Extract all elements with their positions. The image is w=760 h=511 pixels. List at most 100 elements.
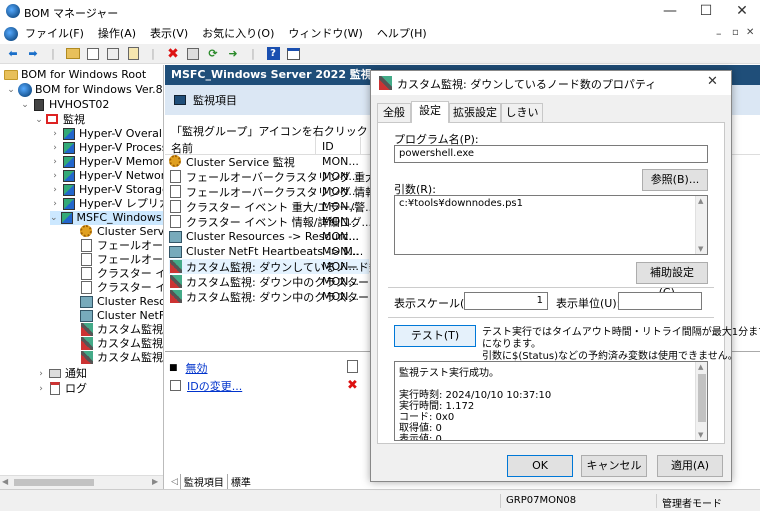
menu-window[interactable]: ウィンドウ(W) [281,24,369,44]
tree-item[interactable]: Cluster NetFt H [80,309,163,323]
disable-link[interactable]: 無効 [186,360,208,376]
apply-button[interactable]: 適用(A) [657,455,723,477]
tree-item[interactable]: Cluster Resourc [80,295,163,309]
export-icon[interactable]: ➜ [224,45,242,63]
scroll-right-icon[interactable]: ▶ [152,477,158,486]
tree-group[interactable]: ›Hyper-V Overall he [50,127,163,141]
tree-item[interactable]: クラスター イベント [80,281,163,295]
tree-group[interactable]: › Hyper-V Storage [50,183,163,197]
table-row[interactable]: Cluster NetFt Heartbeats -> M... MON... [169,244,363,259]
tree-item[interactable]: カスタム監視: ダ [80,351,163,365]
tree-version-node[interactable]: ⌄ BOM for Windows Ver.8.0 (ロー [6,83,163,97]
table-row[interactable]: フェールオーバークラスタリング 情報... MON... [169,184,387,199]
table-row[interactable]: Cluster Service 監視 MON... [169,154,359,169]
minimize-button[interactable]: — [652,0,688,24]
expand-chevron-icon[interactable]: › [50,127,60,141]
ok-button[interactable]: OK [507,455,573,477]
tree-group[interactable]: ›Hyper-V Processo [50,141,163,155]
back-icon[interactable]: ⬅ [4,45,22,63]
tree-monitor[interactable]: ⌄ 監視 [34,113,85,127]
copy-icon[interactable] [104,45,122,63]
maximize-button[interactable]: ☐ [688,0,724,24]
menu-file[interactable]: ファイル(F) [18,24,91,44]
tree-group[interactable]: ›Hyper-V Networkin [50,169,163,183]
aux-settings-button[interactable]: 補助設定(C)... [636,262,708,299]
scroll-thumb[interactable] [14,479,94,486]
tree-group-selected[interactable]: ⌄MSFC_Windows Se [50,211,163,225]
app-menu-icon[interactable] [4,27,18,41]
tree-host[interactable]: ⌄ HVHOST02 [20,98,109,112]
expand-chevron-icon[interactable]: › [50,183,60,197]
program-input[interactable]: powershell.exe [394,145,708,163]
expand-chevron-icon[interactable]: › [36,367,46,381]
tab-standard[interactable]: 標準 [227,474,254,490]
test-button[interactable]: テスト(T) [394,325,476,347]
change-id-task[interactable]: IDの変更... [169,378,242,394]
column-divider[interactable] [315,137,316,155]
expand-chevron-icon[interactable]: › [50,141,60,155]
mdi-restore-button[interactable]: ▫ [732,27,739,38]
tree-item[interactable]: Cluster Service [80,225,163,239]
menu-help[interactable]: ヘルプ(H) [370,24,434,44]
scroll-up-icon[interactable]: ▲ [698,197,703,205]
expand-chevron-icon[interactable]: › [50,197,60,211]
scroll-up-icon[interactable]: ▲ [698,363,703,371]
table-row[interactable]: クラスター イベント 重大/エラー/警... MON... [169,199,376,214]
properties-icon[interactable] [184,45,202,63]
scale-input[interactable]: 1 [464,292,548,310]
column-divider[interactable] [360,137,361,155]
scroll-down-icon[interactable]: ▼ [698,245,703,253]
tree-root[interactable]: BOM for Windows Root [4,68,146,82]
menu-favorites[interactable]: お気に入り(O) [195,24,281,44]
expand-chevron-icon[interactable]: › [36,382,46,396]
refresh-icon[interactable]: ⟳ [204,45,222,63]
dialog-close-button[interactable]: ✕ [707,74,718,89]
table-row[interactable]: フェールオーバークラスタリング 重大... MON... [169,169,387,184]
tree-item[interactable]: カスタム監視: ダウ [80,323,163,337]
menu-action[interactable]: 操作(A) [91,24,143,44]
tab-general[interactable]: 全般 [377,103,411,122]
tab-left-arrow-icon[interactable]: ◁ [171,477,178,487]
tab-monitor-items[interactable]: 監視項目 [179,474,228,490]
collapse-chevron-icon[interactable]: ⌄ [50,211,58,225]
scroll-down-icon[interactable]: ▼ [698,431,703,439]
tree-notify[interactable]: › 通知 [36,367,87,381]
tab-threshold[interactable]: しきい値 [501,103,543,136]
table-row[interactable]: クラスター イベント 情報/詳細ログ... MON... [169,214,372,229]
result-scrollbar[interactable]: ▲ ▼ [695,362,707,440]
column-id[interactable]: ID [322,140,334,153]
table-row[interactable]: Cluster Resources -> Resourc... MON... [169,229,359,244]
collapse-chevron-icon[interactable]: ⌄ [20,98,30,112]
tree-icon[interactable] [84,45,102,63]
close-button[interactable]: ✕ [724,0,760,24]
tree-item[interactable]: クラスター イベント [80,267,163,281]
delete-icon[interactable]: ✖ [164,45,182,63]
scroll-thumb[interactable] [698,374,706,422]
paste-icon[interactable] [124,45,142,63]
tab-settings[interactable]: 設定 [411,101,449,123]
change-id-link[interactable]: IDの変更... [187,378,242,394]
tree-group[interactable]: ›Hyper-V レプリカ 監 [50,197,163,211]
cancel-button[interactable]: キャンセル [581,455,647,477]
help-icon[interactable]: ? [264,45,282,63]
table-row-selected[interactable]: カスタム監視: ダウンしているノード数 MON... [169,259,380,274]
mdi-close-button[interactable]: ✕ [746,27,754,38]
delete-icon[interactable]: ✖ [347,378,358,393]
tree-log[interactable]: › ログ [36,382,87,396]
tree-group[interactable]: › Hyper-V Memory [50,155,163,169]
tree-item[interactable]: フェールオーバーク [80,253,163,267]
expand-chevron-icon[interactable]: › [50,169,60,183]
args-textarea[interactable]: c:¥tools¥downnodes.ps1 ▲ ▼ [394,195,708,255]
table-row[interactable]: カスタム監視: ダウン中のクラスター... MON... [169,274,379,289]
collapse-chevron-icon[interactable]: ⌄ [6,83,16,97]
tab-extended[interactable]: 拡張設定 [449,103,501,122]
mdi-minimize-button[interactable]: – [716,27,722,40]
test-result-box[interactable]: 監視テスト実行成功。 実行時刻: 2024/10/10 10:37:10 実行時… [394,361,708,441]
tree-item[interactable]: フェールオーバーク [80,239,163,253]
expand-chevron-icon[interactable]: › [50,155,60,169]
window-icon[interactable] [284,45,302,63]
up-folder-icon[interactable] [64,45,82,63]
tree-item[interactable]: カスタム監視: ダウ [80,337,163,351]
table-row[interactable]: カスタム監視: ダウン中のクラスター... MON... [169,289,379,304]
collapse-chevron-icon[interactable]: ⌄ [34,113,44,127]
